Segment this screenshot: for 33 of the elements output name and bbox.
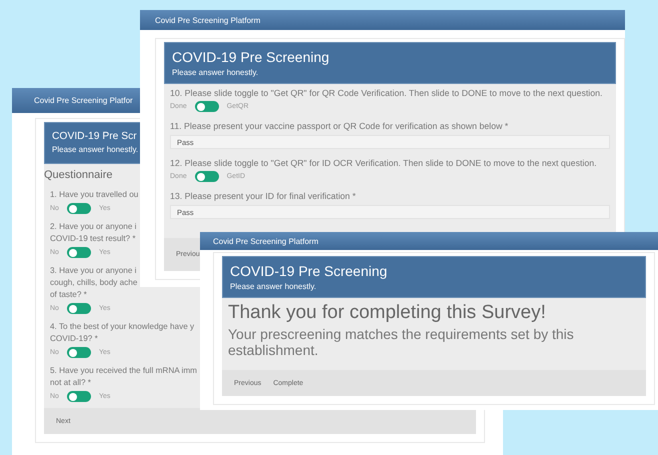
toggle-switch[interactable] [66, 303, 91, 314]
question-text: 1. Have you travelled ou [50, 190, 138, 200]
window-title: Covid Pre Screening Platform [213, 236, 318, 246]
toggle-switch[interactable] [66, 391, 91, 402]
toggle-switch[interactable] [194, 101, 219, 112]
question-text: 12. Please slide toggle to "Get QR" for ID OCR Verification. Then slide to DONE to move to the next question. [170, 158, 597, 168]
toggle-switch[interactable] [66, 347, 91, 358]
form-subtitle: Please answer honestly. [230, 282, 316, 290]
question-text: 13. Please present your ID for final verification * [170, 191, 356, 201]
window-title: Covid Pre Screening Platform [155, 16, 260, 24]
form-title: COVID-19 Pre Screening [172, 48, 330, 64]
form-subtitle: Please answer honestly. [52, 145, 138, 154]
question-text: COVID-19? * [50, 334, 98, 344]
question-text: cough, chills, body ache [50, 278, 138, 288]
question-text: 10. Please slide toggle to "Get QR" for QR Code Verification. Then slide to DONE to move to the next question. [170, 88, 602, 98]
question-text: of taste? * [50, 290, 87, 300]
section-title: Questionnaire [44, 168, 112, 182]
question-text: 4. To the best of your knowledge have y [50, 322, 194, 332]
result-message: Your prescreening matches the requirements set by this establishment. [228, 326, 575, 358]
toggle-switch[interactable] [66, 203, 91, 214]
form-subtitle: Please answer honestly. [172, 68, 258, 76]
question-text: not at all? * [50, 378, 91, 388]
thank-you-title: Thank you for completing this Survey! [228, 302, 546, 324]
form-title: COVID-19 Pre Screening [230, 262, 388, 278]
toggle-switch[interactable] [194, 171, 219, 182]
form-title: COVID-19 Pre Scr [52, 131, 137, 142]
question-text: 11. Please present your vaccine passport or QR Code for verification as shown below * [170, 121, 508, 131]
question-text: COVID-19 test result? * [50, 234, 136, 244]
toggle-switch[interactable] [66, 247, 91, 258]
question-text: 3. Have you or anyone i [50, 266, 136, 276]
window-title: Covid Pre Screening Platfor [34, 96, 133, 105]
question-text: 5. Have you received the full mRNA imm [50, 366, 197, 376]
question-text: 2. Have you or anyone i [50, 222, 136, 232]
